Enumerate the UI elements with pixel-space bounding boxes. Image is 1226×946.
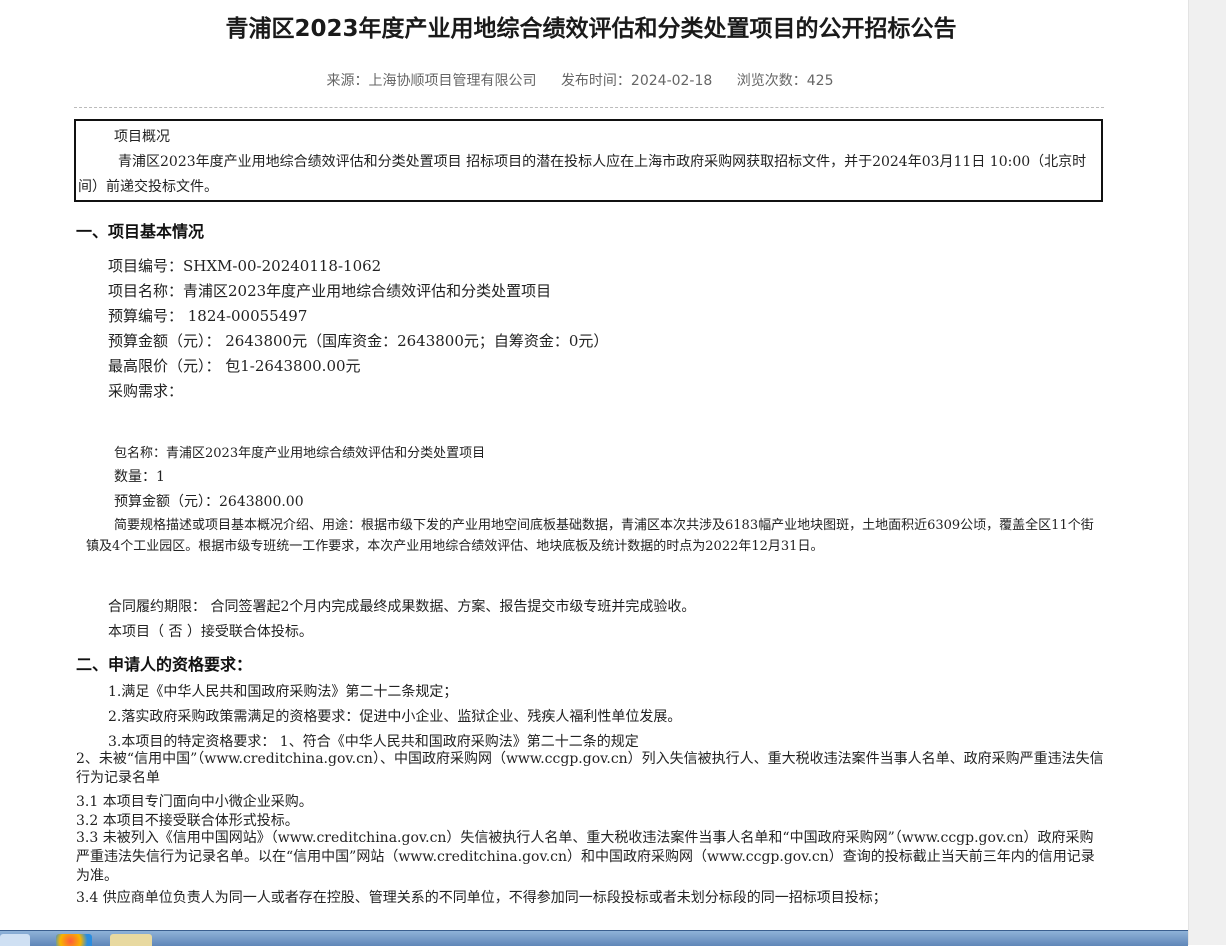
package-budget: 预算金额（元）：2643800.00 [114,494,304,510]
section2-heading: 二、申请人的资格要求： [76,655,253,674]
project-description: 简要规格描述或项目基本概况介绍、用途：根据市级下发的产业用地空间底板基础数据，青… [86,518,1094,554]
project-name: 项目名称：青浦区2023年度产业用地综合绩效评估和分类处置项目 [108,282,552,300]
taskbar [0,930,1188,946]
contract-period: 合同履约期限： 合同签署起2个月内完成最终成果数据、方案、报告提交市级专班并完成… [108,599,696,615]
qualification-3-3: 3.3 未被列入《信用中国网站》（www.creditchina.gov.cn）… [76,830,1095,884]
quantity: 数量：1 [114,469,165,485]
overview-box: 项目概况 青浦区2023年度产业用地综合绩效评估和分类处置项目 招标项目的潜在投… [74,119,1103,202]
browser-icon[interactable] [56,934,92,946]
qualification-1: 1.满足《中华人民共和国政府采购法》第二十二条规定； [108,684,458,700]
overview-heading: 项目概况 [114,129,170,145]
divider [74,107,1104,108]
qualification-4: 2、未被“信用中国”（www.creditchina.gov.cn）、中国政府采… [76,751,1104,786]
qualification-2: 2.落实政府采购政策需满足的资格要求：促进中小企业、监狱企业、残疾人福利性单位发… [108,709,682,725]
taskbar-window-icon[interactable] [0,934,30,946]
view-count: 浏览次数：425 [736,73,834,89]
page-title: 青浦区2023年度产业用地综合绩效评估和分类处置项目的公开招标公告 [225,16,957,42]
max-price: 最高限价（元）： 包1-2643800.00元 [108,357,361,375]
qualification-3-1: 3.1 本项目专门面向中小微企业采购。 [76,794,313,810]
qualification-3: 3.本项目的特定资格要求： 1、符合《中华人民共和国政府采购法》第二十二条的规定 [108,734,639,750]
folder-icon[interactable] [110,934,152,946]
meta-info: 来源：上海协顺项目管理有限公司 发布时间：2024-02-18 浏览次数：425 [0,70,1160,90]
announcement-page: 青浦区2023年度产业用地综合绩效评估和分类处置项目的公开招标公告 来源：上海协… [0,0,1188,945]
vertical-scrollbar[interactable] [1188,0,1226,945]
source-label: 来源：上海协顺项目管理有限公司 [326,73,537,89]
package-name: 包名称：青浦区2023年度产业用地综合绩效评估和分类处置项目 [114,446,486,461]
budget-amount: 预算金额（元）： 2643800元（国库资金：2643800元；自筹资金：0元） [108,332,609,350]
overview-body: 青浦区2023年度产业用地综合绩效评估和分类处置项目 招标项目的潜在投标人应在上… [78,154,1087,195]
qualification-3-4: 3.4 供应商单位负责人为同一人或者存在控股、管理关系的不同单位，不得参加同一标… [76,890,887,906]
qualification-3-2: 3.2 本项目不接受联合体形式投标。 [76,813,299,829]
budget-number: 预算编号： 1824-00055497 [108,307,308,325]
project-number: 项目编号：SHXM-00-20240118-1062 [108,257,382,275]
joint-bid: 本项目（ 否 ）接受联合体投标。 [108,624,313,640]
section1-heading: 一、项目基本情况 [76,222,205,241]
publish-time: 发布时间：2024-02-18 [560,73,713,89]
purchase-requirement: 采购需求： [108,382,184,400]
